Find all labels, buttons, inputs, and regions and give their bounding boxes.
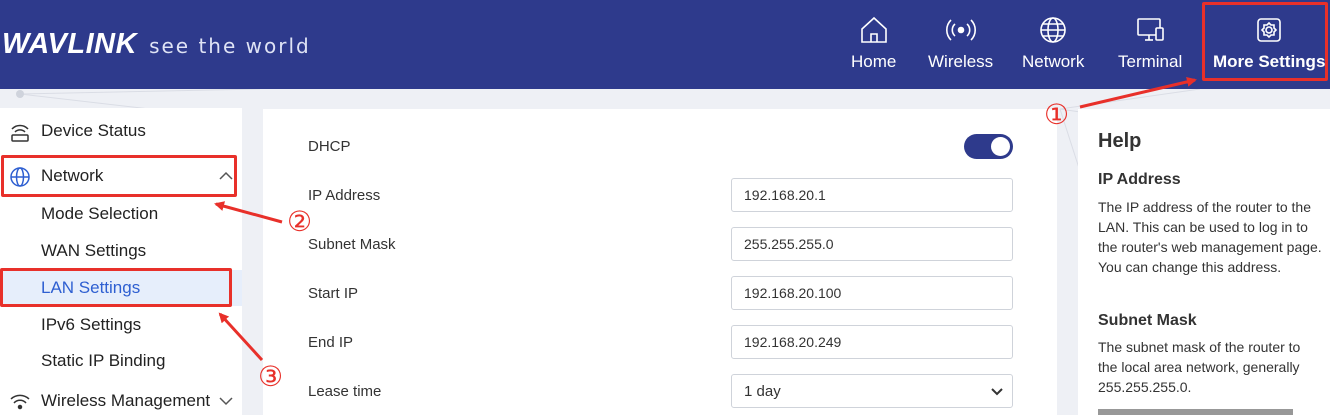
wireless-icon [10, 394, 30, 410]
lease-time-label: Lease time [308, 383, 382, 400]
brand-tagline: see the world [149, 34, 311, 58]
nav-home-label: Home [851, 52, 897, 71]
sidebar-item-label: IPv6 Settings [41, 315, 142, 334]
ip-address-label: IP Address [308, 187, 381, 204]
subnet-mask-input[interactable] [731, 227, 1013, 261]
annotation-box-lan-settings [0, 268, 232, 307]
end-ip-input[interactable] [731, 325, 1013, 359]
dhcp-toggle[interactable] [964, 134, 1013, 159]
wireless-icon [945, 19, 976, 41]
nav-terminal-label: Terminal [1118, 52, 1183, 71]
ip-address-input[interactable] [731, 178, 1013, 212]
nav-network[interactable]: Network [1022, 14, 1084, 78]
brand-logo[interactable]: WAVLINK see the world [2, 28, 311, 61]
sidebar-item-label: Static IP Binding [41, 351, 166, 370]
nav-wireless[interactable]: Wireless [928, 14, 993, 78]
annotation-step-1: ① [1044, 98, 1070, 131]
home-icon [860, 16, 887, 43]
brand-name: WAVLINK [2, 28, 138, 60]
nav-terminal[interactable]: Terminal [1118, 14, 1182, 78]
sidebar-item-device-status[interactable]: Device Status [0, 118, 242, 144]
start-ip-label: Start IP [308, 285, 359, 302]
subnet-mask-label: Subnet Mask [308, 236, 396, 253]
router-icon [11, 124, 29, 142]
sidebar-item-wan-settings[interactable]: WAN Settings [0, 239, 242, 263]
chevron-down-icon [991, 388, 1003, 396]
end-ip-label: End IP [308, 334, 354, 351]
lan-settings-panel: DHCP IP Address Subnet Mask Start IP End… [263, 109, 1057, 415]
terminal-icon [1137, 18, 1164, 41]
sidebar-item-wireless-management[interactable]: Wireless Management [0, 389, 242, 413]
sidebar-item-label: Wireless Management [41, 391, 211, 410]
annotation-box-more-settings [1202, 2, 1328, 81]
sidebar-item-mode-selection[interactable]: Mode Selection [0, 202, 242, 226]
annotation-step-2: ② [287, 205, 313, 238]
annotation-step-3: ③ [258, 360, 284, 393]
sidebar-item-label: Device Status [41, 121, 146, 140]
annotation-box-network [1, 155, 237, 197]
dhcp-label: DHCP [308, 138, 351, 155]
sidebar-item-ipv6-settings[interactable]: IPv6 Settings [0, 313, 242, 337]
nav-home[interactable]: Home [851, 14, 896, 78]
help-heading: Subnet Mask [1098, 312, 1197, 329]
help-text: The subnet mask of the router to the loc… [1098, 339, 1301, 395]
help-truncated-text [1098, 409, 1293, 415]
lease-time-value: 1 day [744, 382, 781, 400]
nav-wireless-label: Wireless [928, 52, 994, 71]
top-header: WAVLINK see the world Home Wireless Netw… [0, 0, 1330, 89]
chevron-down-icon [219, 397, 233, 406]
help-panel: Help IP Address The IP address of the ro… [1078, 109, 1330, 415]
sidebar-item-label: WAN Settings [41, 241, 147, 260]
toggle-knob [991, 137, 1010, 156]
help-title: Help [1098, 130, 1142, 152]
start-ip-input[interactable] [731, 276, 1013, 310]
lease-time-select[interactable]: 1 day [731, 374, 1013, 408]
help-heading: IP Address [1098, 171, 1181, 188]
help-text: The IP address of the router to the LAN.… [1098, 199, 1322, 275]
nav-network-label: Network [1022, 52, 1085, 71]
sidebar-item-static-ip-binding[interactable]: Static IP Binding [0, 349, 242, 373]
sidebar-item-label: Mode Selection [41, 204, 159, 223]
globe-icon [1040, 17, 1066, 43]
